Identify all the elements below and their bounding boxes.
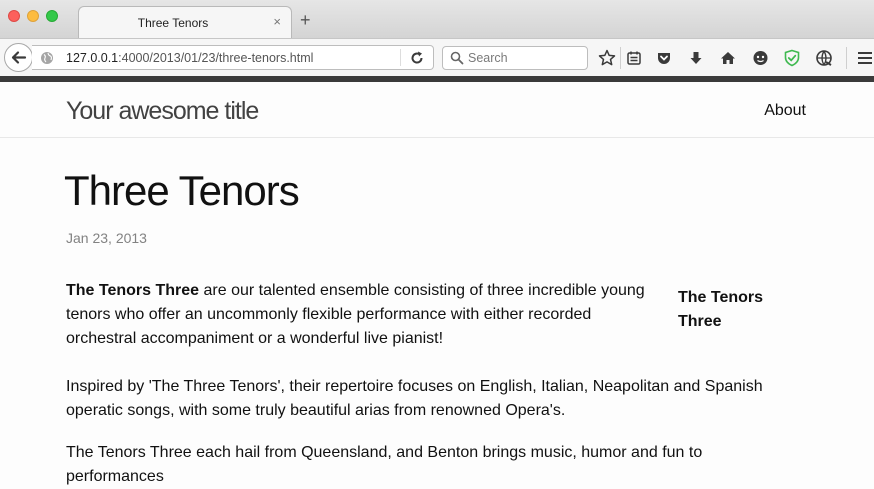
- menu-icon[interactable]: [855, 48, 874, 68]
- home-icon[interactable]: [718, 48, 738, 68]
- pocket-icon[interactable]: [654, 48, 674, 68]
- shield-icon[interactable]: [782, 48, 802, 68]
- post-date: Jan 23, 2013: [66, 230, 147, 246]
- chat-icon[interactable]: [750, 48, 770, 68]
- post-paragraph-1: The Tenors Three are our talented ensemb…: [66, 279, 656, 351]
- sidebar-heading: The Tenors Three: [678, 289, 764, 330]
- tab-three-tenors[interactable]: Three Tenors ×: [78, 6, 292, 39]
- new-tab-button[interactable]: +: [300, 11, 311, 29]
- url-path: :4000/2013/01/23/three-tenors.html: [118, 51, 314, 65]
- navigation-toolbar: 127.0.0.1:4000/2013/01/23/three-tenors.h…: [0, 38, 874, 76]
- toolbar-divider: [620, 47, 621, 69]
- post-paragraph-2: Inspired by 'The Three Tenors', their re…: [66, 378, 763, 419]
- site-header: Your awesome title About: [0, 82, 874, 138]
- url-divider: [400, 49, 401, 66]
- search-icon: [450, 51, 464, 70]
- ensemble-name-bold: The Tenors Three: [66, 282, 200, 299]
- url-text[interactable]: 127.0.0.1:4000/2013/01/23/three-tenors.h…: [66, 51, 313, 65]
- tab-bar: Three Tenors × +: [0, 0, 874, 39]
- globe-icon: [40, 51, 54, 70]
- close-window-button[interactable]: [8, 10, 20, 22]
- bookmark-star-icon[interactable]: [597, 48, 617, 68]
- vpn-globe-icon[interactable]: [814, 48, 834, 68]
- post-paragraph-3: The Tenors Three each hail from Queensla…: [66, 444, 703, 485]
- reload-icon[interactable]: [409, 50, 425, 71]
- nav-link-about[interactable]: About: [764, 102, 806, 120]
- toolbar-divider: [846, 47, 847, 69]
- tab-close-icon[interactable]: ×: [273, 14, 281, 30]
- minimize-window-button[interactable]: [27, 10, 39, 22]
- back-button[interactable]: [4, 43, 33, 72]
- url-host: 127.0.0.1: [66, 51, 119, 65]
- download-icon[interactable]: [686, 48, 706, 68]
- tab-title: Three Tenors: [137, 16, 209, 30]
- reading-list-icon[interactable]: [624, 48, 644, 68]
- zoom-window-button[interactable]: [46, 10, 58, 22]
- search-bar[interactable]: [442, 46, 588, 70]
- url-bar[interactable]: 127.0.0.1:4000/2013/01/23/three-tenors.h…: [32, 45, 434, 70]
- back-arrow-icon: [11, 51, 27, 64]
- site-title-link[interactable]: Your awesome title: [66, 97, 259, 126]
- post-title: Three Tenors: [64, 167, 300, 214]
- search-input[interactable]: [468, 49, 580, 67]
